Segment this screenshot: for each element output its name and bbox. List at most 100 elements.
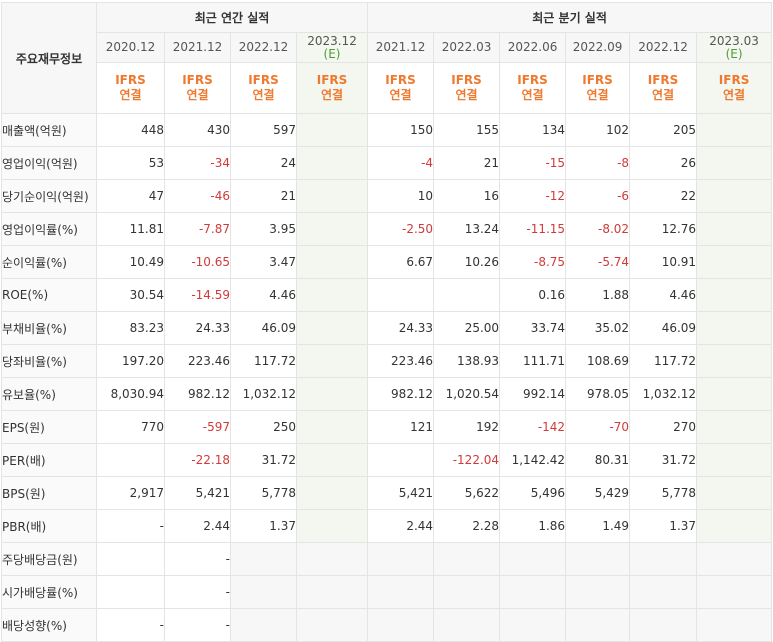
column-date-label: 2021.12 [172,40,223,54]
column-date: 2022.03 [433,32,501,63]
table-body: 매출액(억원) 448 430 597 150 155 134 102 205 영업이익(억원) 5… [1,113,773,642]
column-date-label: 2022.12 [638,40,688,54]
table-cell [367,575,435,609]
date-row: 2020.12 2021.12 2022.12 2023.12 (E) 2021.12 20… [2,32,773,63]
table-cell: 8,030.94 [96,377,165,411]
table-cell: -46 [164,179,231,213]
table-row: 시가배당률(%) - [1,575,773,609]
table-cell [696,509,773,543]
table-cell: 10.91 [629,245,698,279]
basis-label: 연결 [521,88,544,102]
table-cell: 2.44 [367,509,435,543]
column-date-label: 2022.06 [507,40,558,54]
table-cell: 3.47 [230,245,297,279]
table-cell [295,146,369,180]
table-row: ROE(%) 30.54 -14.59 4.46 0.16 1.88 4.46 [1,278,773,312]
table-cell: 25.00 [433,311,501,345]
basis-label: 연결 [389,88,412,102]
table-cell: 108.69 [565,344,631,378]
ifrs-label: IFRS [316,73,348,87]
ifrs-label: IFRS [647,73,679,87]
table-row: PBR(배) -2.44 1.37 2.44 2.28 1.86 1.49 1.37 [1,509,773,543]
table-cell: 10.49 [96,245,165,279]
table-cell: 1.86 [499,509,567,543]
table-cell [367,278,435,312]
table-cell [696,179,773,213]
table-cell: 1,032.12 [230,377,297,411]
estimate-marker: (E) [725,46,743,61]
column-date: 2023.12 (E) [295,32,369,63]
table-cell: 3.95 [230,212,297,246]
table-cell: 1.88 [565,278,631,312]
table-cell: -6 [565,179,631,213]
table-cell: 978.05 [565,377,631,411]
basis-label: 연결 [320,88,344,102]
table-cell: 31.72 [629,443,698,477]
ifrs-label: IFRS [718,73,750,87]
table-cell [295,509,369,543]
table-cell [696,344,773,378]
estimate-marker: (E) [323,46,341,61]
basis-label: 연결 [119,88,142,102]
annual-header: 최근 연간 실적 [95,2,369,33]
table-cell [295,377,369,411]
table-cell: - [164,542,231,576]
table-cell [696,278,773,312]
table-cell: 33.74 [499,311,567,345]
table-cell [499,542,567,576]
table-cell [629,542,698,576]
table-cell: 10 [367,179,435,213]
table-cell [295,608,369,642]
table-cell: 11.81 [96,212,165,246]
column-ifrs: IFRS 연결 [696,62,773,114]
column-date-label: 2023.03 [709,33,759,48]
table-cell: 16 [433,179,501,213]
row-label: 배당성향(%) [1,608,97,642]
row-label: 당좌비율(%) [1,344,97,378]
table-row: 부채비율(%) 83.23 24.33 46.09 24.33 25.00 33.74 35.… [1,311,773,345]
table-cell: -8.75 [499,245,567,279]
table-cell: 24 [230,146,297,180]
table-cell: 597 [230,113,297,147]
table-cell [696,245,773,279]
table-cell [696,608,773,642]
table-cell: 80.31 [565,443,631,477]
basis-label: 연결 [186,88,209,102]
table-cell: -597 [164,410,231,444]
table-cell: 270 [629,410,698,444]
table-cell: -11.15 [499,212,567,246]
table-cell: 197.20 [96,344,165,378]
table-cell: 448 [96,113,165,147]
table-cell: 21 [230,179,297,213]
column-ifrs: IFRS 연결 [230,62,297,114]
table-cell [696,377,773,411]
table-cell [433,542,501,576]
table-cell: - [96,509,165,543]
basis-label: 연결 [252,88,275,102]
column-ifrs: IFRS 연결 [96,62,165,114]
table-cell: 1.49 [565,509,631,543]
table-cell: - [164,608,231,642]
table-cell [696,410,773,444]
table-cell: 223.46 [164,344,231,378]
column-ifrs: IFRS 연결 [499,62,567,114]
table-cell: 134 [499,113,567,147]
table-cell: 0.16 [499,278,567,312]
table-cell: 430 [164,113,231,147]
row-label: 매출액(억원) [1,113,97,147]
table-cell [696,113,773,147]
basis-label: 연결 [652,88,675,102]
column-date: 2020.12 [96,32,165,63]
table-cell [433,608,501,642]
column-ifrs: IFRS 연결 [565,62,631,114]
table-cell: 2,917 [96,476,165,510]
table-cell [499,608,567,642]
table-cell [433,278,501,312]
table-cell: -34 [164,146,231,180]
table-cell: 6.67 [367,245,435,279]
table-cell: 155 [433,113,501,147]
table-cell: 1,032.12 [629,377,698,411]
table-cell: 47 [96,179,165,213]
basis-label: 연결 [455,88,478,102]
table-cell: -14.59 [164,278,231,312]
